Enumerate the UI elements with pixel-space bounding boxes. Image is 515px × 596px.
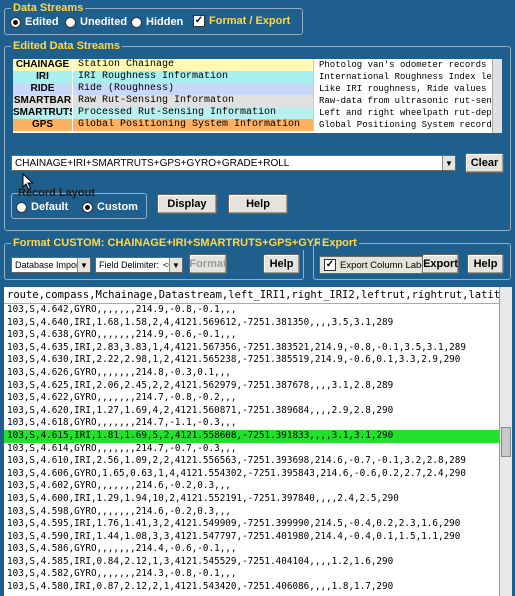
output-line[interactable]: 103,S,4.622,GYRO,,,,,,,214.7,-0.8,-0.2,,… [4, 392, 499, 405]
list-item[interactable]: IRI IRI Roughness Information Internationa… [13, 71, 502, 83]
output-line[interactable]: 103,S,4.598,GYRO,,,,,,,214.6,-0.2,0.3,,, [4, 506, 499, 519]
clear-button[interactable]: Clear [465, 153, 504, 173]
record-layout-title: Record Layout [18, 187, 96, 199]
output-line[interactable]: 103,S,4.626,GYRO,,,,,,,214.8,-0.3,0.1,,, [4, 367, 499, 380]
layout-help-button[interactable]: Help [228, 194, 288, 214]
stream-code: IRI [13, 71, 72, 83]
chevron-down-icon[interactable]: ▼ [169, 258, 182, 272]
stream-code: SMARTRUTS [13, 107, 76, 119]
stream-description: Photolog van's odometer records [313, 59, 502, 71]
export-group: Export ✓ Export Column Labels Export Hel… [313, 236, 511, 280]
format-export-checkbox[interactable]: ✓ Format / Export [193, 15, 290, 27]
output-line[interactable]: 103,S,4.606,GYRO,1.65,0.63,1,4,4121.5543… [4, 468, 499, 481]
chevron-down-icon[interactable]: ▼ [442, 156, 455, 170]
output-text-area[interactable]: route,compass,Mchainage,Datastream,left_… [4, 287, 499, 596]
list-item[interactable]: RIDE Ride (Roughness) Like IRI roughness, … [13, 83, 502, 95]
output-line[interactable]: 103,S,4.640,IRI,1.68,1.58,2,4,4121.56961… [4, 317, 499, 330]
radio-hidden-dot [131, 16, 142, 28]
radio-custom[interactable]: Custom [82, 201, 138, 213]
stream-description: Global Positioning System record [313, 119, 502, 131]
stream-code: GPS [13, 119, 72, 131]
output-header-line: route,compass,Mchainage,Datastream,left_… [4, 287, 499, 304]
stream-description: Like IRI roughness, Ride values [313, 83, 502, 95]
format-export-label: Format / Export [209, 15, 291, 27]
format-type-combo[interactable]: Database Import ▼ [11, 257, 91, 273]
stream-selection-value: CHAINAGE+IRI+SMARTRUTS+GPS+GYRO+GRADE+RO… [15, 157, 290, 169]
output-line[interactable]: 103,S,4.614,GYRO,,,,,,,214.7,-0.7,-0.3,,… [4, 443, 499, 456]
stream-code: CHAINAGE [13, 59, 72, 71]
format-custom-group: Format CUSTOM: CHAINAGE+IRI+SMARTRUTS+GP… [4, 236, 358, 280]
export-title: Export [320, 236, 359, 250]
stream-name: Ride (Roughness) [72, 83, 313, 95]
chevron-down-icon[interactable]: ▼ [77, 258, 90, 272]
stream-description: International Roughness Index le [313, 71, 502, 83]
stream-name: IRI Roughness Information [72, 71, 313, 83]
radio-default-label: Default [31, 201, 69, 213]
format-custom-title: Format CUSTOM: CHAINAGE+IRI+SMARTRUTS+GP… [11, 236, 358, 250]
data-streams-title: Data Streams [11, 1, 86, 15]
format-type-value: Database Import [15, 260, 82, 270]
output-line[interactable]: 103,S,4.620,IRI,1.27,1.69,4,2,4121.56087… [4, 405, 499, 418]
output-scrollbar[interactable] [499, 287, 512, 596]
radio-hidden-label: Hidden [146, 16, 184, 28]
edited-streams-title: Edited Data Streams [11, 39, 122, 53]
stream-name: Raw Rut-Sensing Informaton [72, 95, 313, 107]
radio-hidden[interactable]: Hidden [131, 16, 183, 28]
output-line[interactable]: 103,S,4.595,IRI,1.76,1.41,3,2,4121.54990… [4, 518, 499, 531]
output-line[interactable]: 103,S,4.586,GYRO,,,,,,,214.4,-0.6,-0.1,,… [4, 543, 499, 556]
list-item[interactable]: SMARTBAR Raw Rut-Sensing Informaton Raw-da… [13, 95, 502, 107]
output-line[interactable]: 103,S,4.630,IRI,2.22,2.98,1,2,4121.56523… [4, 354, 499, 367]
output-line[interactable]: 103,S,4.600,IRI,1.29,1.94,10,2,4121.5521… [4, 493, 499, 506]
output-line[interactable]: 103,S,4.610,IRI,2.56,1.09,2,2,4121.55656… [4, 455, 499, 468]
list-item[interactable]: CHAINAGE Station Chainage Photolog van's o… [13, 59, 502, 71]
radio-default-dot [16, 201, 27, 213]
data-stream-list[interactable]: CHAINAGE Station Chainage Photolog van's o… [13, 59, 502, 133]
delimiter-label: Field Delimiter: [99, 260, 160, 270]
output-line[interactable]: 103,S,4.618,GYRO,,,,,,,214.7,-1.1,-0.3,,… [4, 417, 499, 430]
export-column-labels-label: Export Column Labels [340, 259, 434, 271]
output-line[interactable]: 103,S,4.602,GYRO,,,,,,,214.6,-0.2,0.3,,, [4, 480, 499, 493]
list-scrollbar[interactable] [492, 59, 502, 133]
check-icon: ✓ [324, 259, 336, 271]
output-line[interactable]: 103,S,4.582,GYRO,,,,,,,214.3,-0.8,-0.1,,… [4, 568, 499, 581]
stream-selection-combo[interactable]: CHAINAGE+IRI+SMARTRUTS+GPS+GYRO+GRADE+RO… [11, 155, 456, 171]
stream-code: RIDE [13, 83, 72, 95]
output-line[interactable]: 103,S,4.642,GYRO,,,,,,,214.9,-0.8,-0.1,,… [4, 304, 499, 317]
output-line[interactable]: 103,S,4.625,IRI,2.06,2.45,2,2,4121.56297… [4, 380, 499, 393]
format-help-button[interactable]: Help [263, 254, 300, 274]
output-line[interactable]: 103,S,4.585,IRI,0.84,2.12,1,3,4121.54552… [4, 556, 499, 569]
radio-edited[interactable]: Edited [10, 16, 59, 28]
output-line[interactable]: 103,S,4.635,IRI,2.83,3.83,1,4,4121.56735… [4, 342, 499, 355]
radio-unedited-label: Unedited [80, 16, 128, 28]
radio-custom-dot [82, 201, 93, 213]
export-button[interactable]: Export [422, 254, 459, 274]
list-item[interactable]: SMARTRUTS Processed Rut-Sensing Informati… [13, 107, 502, 119]
radio-unedited-dot [65, 16, 76, 28]
radio-edited-label: Edited [25, 16, 59, 28]
selected-output-line[interactable]: 103,S,4.615,IRI,1.81,1.69,5,2,4121.55860… [4, 429, 499, 443]
stream-description: Raw-data from ultrasonic rut-sen [313, 95, 502, 107]
radio-unedited[interactable]: Unedited [65, 16, 127, 28]
stream-name: Global Positioning System Information [72, 119, 313, 131]
display-button[interactable]: Display [157, 194, 217, 214]
check-icon: ✓ [193, 15, 205, 27]
field-delimiter-combo[interactable]: Field Delimiter: <COMMA> ▼ [95, 257, 183, 273]
output-line[interactable]: 103,S,4.590,IRI,1.44,1.08,3,3,4121.54779… [4, 531, 499, 544]
data-streams-group: Data Streams Edited Unedited Hidden ✓ Fo… [4, 1, 303, 35]
radio-edited-dot [10, 16, 21, 28]
output-line[interactable]: 103,S,4.580,IRI,0.87,2.12,2,1,4121.54342… [4, 581, 499, 594]
stream-code: SMARTBAR [13, 95, 72, 107]
output-line[interactable]: 103,S,4.638,GYRO,,,,,,,214.9,-0.6,-0.1,,… [4, 329, 499, 342]
stream-name: Station Chainage [72, 59, 313, 71]
scrollbar-thumb[interactable] [501, 427, 511, 457]
stream-name: Processed Rut-Sensing Information [72, 107, 313, 119]
export-help-button[interactable]: Help [467, 254, 504, 274]
export-column-labels-checkbox[interactable]: ✓ Export Column Labels [319, 256, 439, 274]
stream-description: Left and right wheelpath rut-dep [313, 107, 502, 119]
record-layout-group: Record Layout Default Custom [11, 187, 147, 219]
list-item[interactable]: GPS Global Positioning System Information… [13, 119, 502, 131]
radio-custom-label: Custom [97, 201, 138, 213]
radio-default[interactable]: Default [16, 201, 68, 213]
format-button[interactable]: Format [189, 254, 227, 274]
